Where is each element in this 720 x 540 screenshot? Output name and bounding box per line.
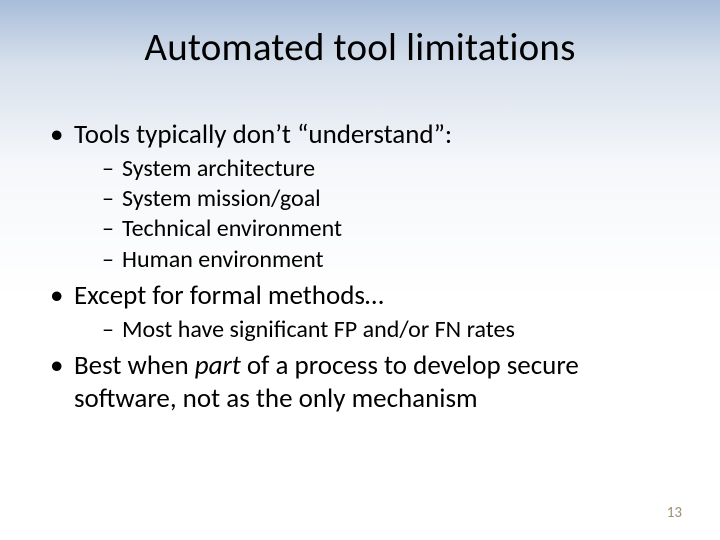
slide: Automated tool limitations Tools typical… [0, 0, 720, 540]
bullet-3: Best when part of a process to develop s… [50, 350, 680, 416]
bullet-1-text: Tools typically don’t “understand”: [74, 118, 452, 151]
bullet-1-sub-4: Human environment [102, 245, 680, 274]
slide-title: Automated tool limitations [40, 24, 680, 71]
bullet-1-sub-3: Technical environment [102, 214, 680, 243]
bullet-list: Tools typically don’t “understand”: Syst… [40, 119, 680, 416]
bullet-2-text: Except for formal methods… [74, 279, 384, 312]
bullet-1-sub-1: System architecture [102, 154, 680, 183]
bullet-2-sublist: Most have significant FP and/or FN rates [74, 315, 680, 344]
bullet-1-sub-2: System mission/goal [102, 184, 680, 213]
bullet-3-pre: Best when [74, 349, 195, 382]
bullet-3-italic: part [195, 349, 241, 382]
bullet-2: Except for formal methods… Most have sig… [50, 280, 680, 344]
bullet-2-sub-1: Most have significant FP and/or FN rates [102, 315, 680, 344]
page-number: 13 [667, 504, 682, 522]
bullet-1: Tools typically don’t “understand”: Syst… [50, 119, 680, 274]
bullet-1-sublist: System architecture System mission/goal … [74, 154, 680, 274]
